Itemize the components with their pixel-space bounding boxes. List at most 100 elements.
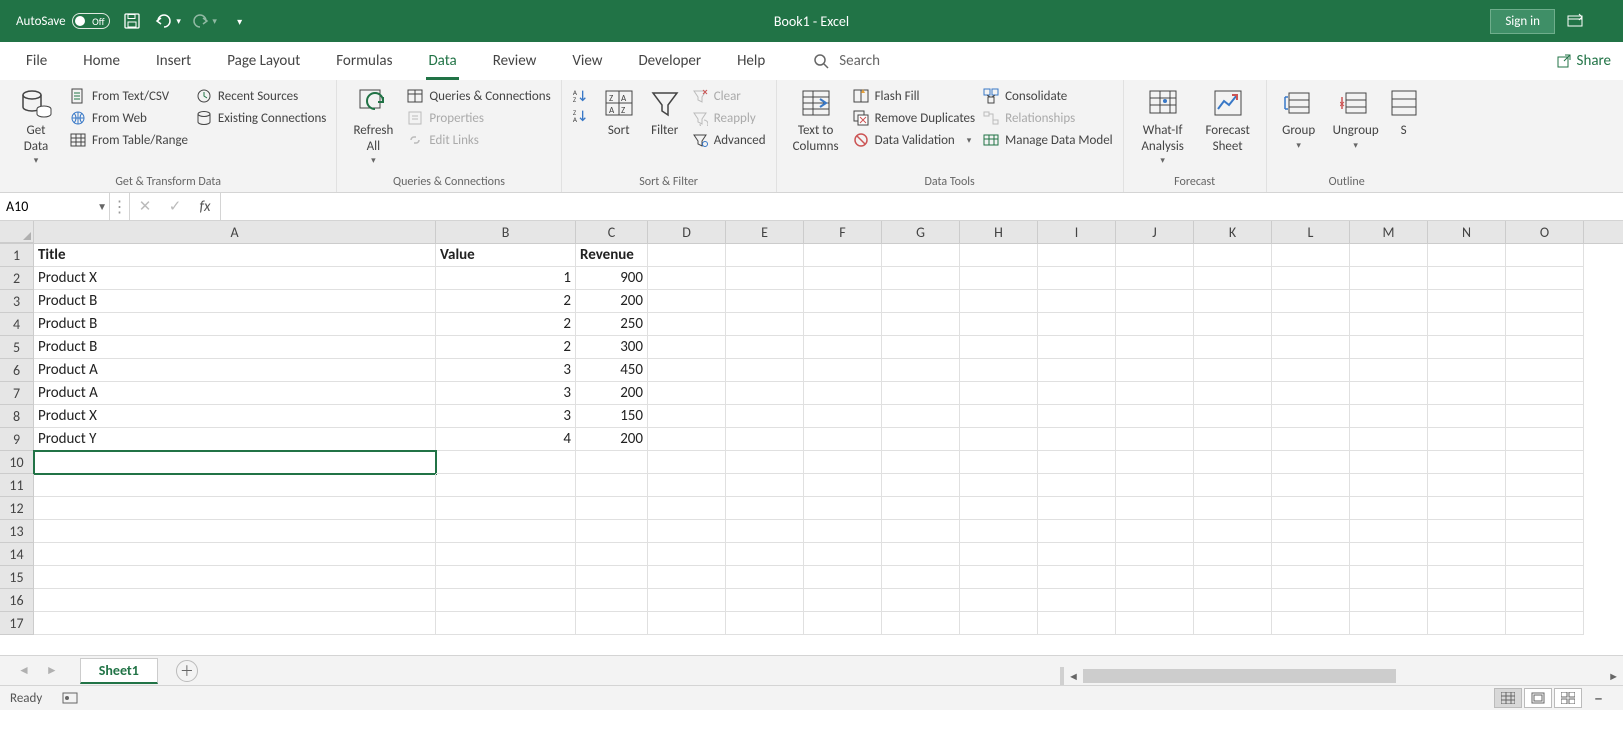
- cell[interactable]: [1194, 359, 1272, 382]
- cell[interactable]: [648, 428, 726, 451]
- cell[interactable]: [1506, 474, 1584, 497]
- cell[interactable]: [726, 290, 804, 313]
- tab-review[interactable]: Review: [475, 42, 555, 80]
- cell[interactable]: [576, 520, 648, 543]
- row-header[interactable]: 4: [0, 313, 34, 336]
- cell[interactable]: [882, 612, 960, 635]
- cell[interactable]: [960, 474, 1038, 497]
- cell[interactable]: 200: [576, 290, 648, 313]
- cell[interactable]: [1506, 290, 1584, 313]
- cell[interactable]: [882, 451, 960, 474]
- cell[interactable]: [1038, 543, 1116, 566]
- chevron-down-icon[interactable]: ▼: [97, 200, 107, 213]
- cell[interactable]: [1428, 451, 1506, 474]
- tab-data[interactable]: Data: [410, 42, 474, 80]
- cell[interactable]: [1350, 451, 1428, 474]
- cell[interactable]: [1194, 336, 1272, 359]
- column-header[interactable]: I: [1038, 221, 1116, 243]
- cell[interactable]: [1272, 382, 1350, 405]
- cell[interactable]: [1272, 336, 1350, 359]
- cell[interactable]: [34, 612, 436, 635]
- cell[interactable]: [1116, 451, 1194, 474]
- cell[interactable]: [1194, 566, 1272, 589]
- cell[interactable]: [1506, 267, 1584, 290]
- cell[interactable]: [882, 290, 960, 313]
- row-header[interactable]: 12: [0, 497, 34, 520]
- cell[interactable]: Product B: [34, 290, 436, 313]
- row-header[interactable]: 13: [0, 520, 34, 543]
- cell[interactable]: 3: [436, 405, 576, 428]
- formula-input[interactable]: [221, 193, 1623, 220]
- cell[interactable]: [1116, 474, 1194, 497]
- cell[interactable]: [1038, 566, 1116, 589]
- cell[interactable]: [804, 336, 882, 359]
- cell[interactable]: [436, 451, 576, 474]
- cell[interactable]: [1194, 543, 1272, 566]
- cell[interactable]: [648, 451, 726, 474]
- cell[interactable]: Product B: [34, 313, 436, 336]
- column-header[interactable]: A: [34, 221, 436, 243]
- data-validation-button[interactable]: Data Validation▾: [851, 131, 978, 149]
- page-layout-view-button[interactable]: [1524, 688, 1552, 708]
- cell[interactable]: [726, 497, 804, 520]
- cell[interactable]: [726, 267, 804, 290]
- cell[interactable]: [960, 382, 1038, 405]
- row-header[interactable]: 1: [0, 244, 34, 267]
- cell[interactable]: [1350, 497, 1428, 520]
- cell[interactable]: [1038, 451, 1116, 474]
- cell[interactable]: [648, 474, 726, 497]
- cell[interactable]: [1116, 566, 1194, 589]
- queries-connections-button[interactable]: Queries & Connections: [405, 87, 552, 105]
- autosave-toggle[interactable]: AutoSave Off: [16, 13, 110, 29]
- column-header[interactable]: H: [960, 221, 1038, 243]
- cell[interactable]: [726, 451, 804, 474]
- cell[interactable]: [1038, 382, 1116, 405]
- cell[interactable]: [1194, 405, 1272, 428]
- cell[interactable]: 2: [436, 336, 576, 359]
- row-header[interactable]: 5: [0, 336, 34, 359]
- cell[interactable]: [34, 520, 436, 543]
- from-text-csv-button[interactable]: From Text/CSV: [68, 87, 190, 105]
- cell[interactable]: [1350, 589, 1428, 612]
- normal-view-button[interactable]: [1494, 688, 1522, 708]
- row-header[interactable]: 16: [0, 589, 34, 612]
- cell[interactable]: [1350, 359, 1428, 382]
- cell[interactable]: [1116, 336, 1194, 359]
- cell[interactable]: 1: [436, 267, 576, 290]
- cell[interactable]: Title: [34, 244, 436, 267]
- row-header[interactable]: 8: [0, 405, 34, 428]
- cell[interactable]: [1194, 474, 1272, 497]
- cell[interactable]: [576, 497, 648, 520]
- cell[interactable]: [1428, 543, 1506, 566]
- column-header[interactable]: F: [804, 221, 882, 243]
- cell[interactable]: [960, 336, 1038, 359]
- cell[interactable]: [882, 520, 960, 543]
- redo-icon[interactable]: ▾: [190, 7, 218, 35]
- cell[interactable]: [1428, 290, 1506, 313]
- cell[interactable]: [648, 267, 726, 290]
- cell[interactable]: [1428, 382, 1506, 405]
- cell[interactable]: [960, 290, 1038, 313]
- row-header[interactable]: 10: [0, 451, 34, 474]
- cell[interactable]: [1506, 520, 1584, 543]
- sheet-tab-sheet1[interactable]: Sheet1: [80, 658, 158, 684]
- cell[interactable]: [1116, 543, 1194, 566]
- cell[interactable]: [882, 267, 960, 290]
- cell[interactable]: [1272, 290, 1350, 313]
- cell[interactable]: [804, 543, 882, 566]
- cell[interactable]: [1350, 474, 1428, 497]
- tab-insert[interactable]: Insert: [138, 42, 209, 80]
- cell[interactable]: [1428, 244, 1506, 267]
- cell[interactable]: [804, 359, 882, 382]
- cell[interactable]: [726, 405, 804, 428]
- cell[interactable]: [436, 543, 576, 566]
- cell[interactable]: [436, 520, 576, 543]
- cell[interactable]: [1038, 244, 1116, 267]
- row-header[interactable]: 14: [0, 543, 34, 566]
- tab-help[interactable]: Help: [719, 42, 783, 80]
- cell[interactable]: [960, 267, 1038, 290]
- row-header[interactable]: 7: [0, 382, 34, 405]
- from-table-range-button[interactable]: From Table/Range: [68, 131, 190, 149]
- cell[interactable]: [1350, 405, 1428, 428]
- cell[interactable]: [1272, 520, 1350, 543]
